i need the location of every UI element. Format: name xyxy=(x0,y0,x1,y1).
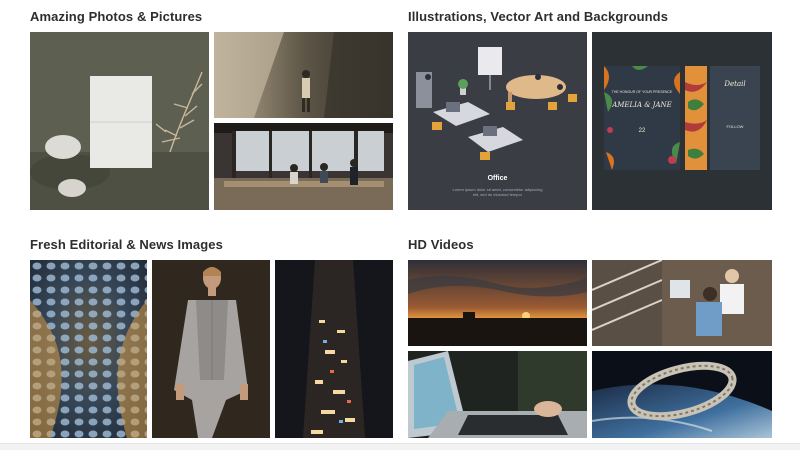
video-team-laptops[interactable] xyxy=(592,260,772,346)
photo-cave-hiker[interactable] xyxy=(214,32,393,118)
section-title-editorial[interactable]: Fresh Editorial & News Images xyxy=(30,237,223,252)
photo-office-interior[interactable] xyxy=(214,123,393,210)
footer-divider xyxy=(0,443,800,450)
office-caption: Office xyxy=(487,175,508,182)
illustration-office[interactable]: Office Lorem ipsum dolor sit amet, conse… xyxy=(408,32,587,210)
section-title-photos[interactable]: Amazing Photos & Pictures xyxy=(30,9,202,24)
invite-date: 22 xyxy=(638,128,646,134)
invite-names: AMELIA & JANE xyxy=(612,101,672,109)
editorial-fashion-model[interactable] xyxy=(152,260,270,438)
editorial-lattice-architecture[interactable] xyxy=(30,260,147,438)
video-sunset-landscape[interactable] xyxy=(408,260,587,346)
video-typing-laptop[interactable] xyxy=(408,351,587,438)
illustration-wedding-invite[interactable]: THE HONOUR OF YOUR PRESENCE AMELIA & JAN… xyxy=(592,32,772,210)
invite-presence: THE HONOUR OF YOUR PRESENCE xyxy=(611,90,673,94)
photo-paper-stones[interactable] xyxy=(30,32,209,210)
section-title-videos[interactable]: HD Videos xyxy=(408,237,474,252)
invite-details-title: Detail xyxy=(724,80,746,88)
video-space-station[interactable] xyxy=(592,351,772,438)
section-title-illustrations[interactable]: Illustrations, Vector Art and Background… xyxy=(408,9,668,24)
editorial-night-city[interactable] xyxy=(275,260,393,438)
office-lorem: Lorem ipsum dolor sit amet, consectetur … xyxy=(452,187,543,197)
invite-follow: FOLLOW xyxy=(726,124,744,129)
